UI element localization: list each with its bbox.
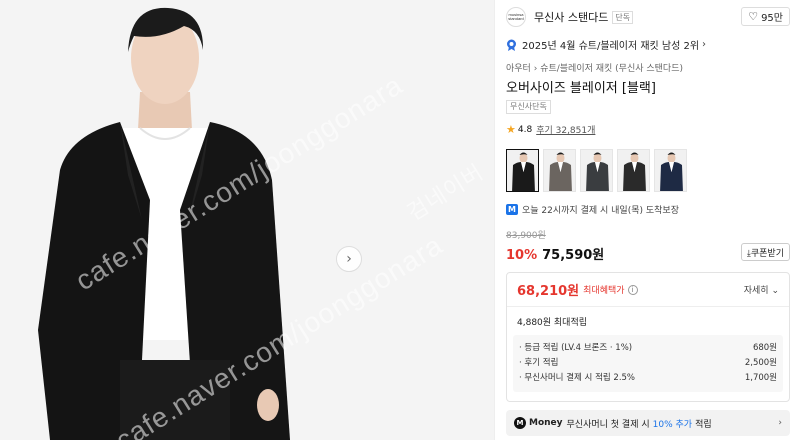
detail-toggle-button[interactable]: 자세히 ⌄ xyxy=(744,283,779,296)
rating-row: ★ 4.8 후기 32,851개 xyxy=(506,123,595,136)
point-label: · 등급 적립 (LV.4 브론즈 · 1%) xyxy=(519,343,633,353)
point-item: · 등급 적립 (LV.4 브론즈 · 1%) 680원 xyxy=(519,341,777,356)
like-button[interactable]: ♡ 95만 xyxy=(741,7,790,26)
thumbnail-image xyxy=(655,150,686,191)
like-count: 95만 xyxy=(761,13,783,24)
star-icon: ★ xyxy=(506,123,516,136)
point-label: · 후기 적립 xyxy=(519,358,559,368)
color-thumbnails xyxy=(506,149,687,192)
sale-price: 75,590원 xyxy=(542,248,605,263)
max-benefit-price: 68,210원 xyxy=(517,284,580,299)
point-item: · 후기 적립 2,500원 xyxy=(519,356,777,371)
thumbnail-image xyxy=(544,150,575,191)
ranking-link[interactable]: 2025년 4월 슈트/블레이저 재킷 남성 2위 › xyxy=(506,37,706,52)
benefit-header: 68,210원 최대혜택가 i 자세히 ⌄ xyxy=(507,273,789,307)
info-icon[interactable]: i xyxy=(627,284,638,295)
color-thumbnail[interactable] xyxy=(506,149,539,192)
heart-icon: ♡ xyxy=(748,10,759,23)
product-detail-panel: musinsa standard 무신사 스탠다드 단독 ♡ 95만 2025년… xyxy=(494,0,800,440)
thumbnail-image xyxy=(507,150,538,191)
review-count-link[interactable]: 후기 32,851개 xyxy=(536,123,595,136)
money-text: 무신사머니 첫 결제 시 xyxy=(566,419,650,430)
points-total: 4,880원 최대적립 xyxy=(507,307,789,335)
money-promo-banner[interactable]: M Money 무신사머니 첫 결제 시 10% 추가 적립 › xyxy=(506,410,790,436)
chevron-right-icon: › xyxy=(346,251,352,267)
product-image-gallery[interactable]: cafe.naver.com/joonggonara cafe.naver.co… xyxy=(0,0,494,440)
brand-exclusive-tag: 단독 xyxy=(612,10,634,24)
money-logo-icon: M xyxy=(514,417,526,429)
next-image-button[interactable]: › xyxy=(336,246,362,272)
money-brand: Money xyxy=(529,418,563,428)
color-thumbnail[interactable] xyxy=(617,149,650,192)
money-highlight: 10% 추가 xyxy=(652,419,693,430)
delivery-icon: M xyxy=(506,204,518,215)
thumbnail-image xyxy=(581,150,612,191)
ranking-text: 2025년 4월 슈트/블레이저 재킷 남성 2위 xyxy=(522,41,700,52)
exclusive-tag: 무신사단독 xyxy=(506,100,551,114)
brand-row: musinsa standard 무신사 스탠다드 단독 ♡ 95만 xyxy=(506,6,790,28)
price-row: 10% 75,590원 xyxy=(506,244,604,263)
points-breakdown: · 등급 적립 (LV.4 브론즈 · 1%) 680원 · 후기 적립 2,5… xyxy=(513,335,783,392)
delivery-info: M 오늘 22시까지 결제 시 내일(목) 도착보장 xyxy=(506,203,679,216)
ranking-badge-icon xyxy=(507,39,516,51)
color-thumbnail[interactable] xyxy=(543,149,576,192)
discount-rate: 10% xyxy=(506,248,538,263)
chevron-right-icon: › xyxy=(702,39,707,50)
color-thumbnail[interactable] xyxy=(580,149,613,192)
point-value: 2,500원 xyxy=(744,358,777,368)
delivery-text: 오늘 22시까지 결제 시 내일(목) 도착보장 xyxy=(522,206,679,216)
coupon-button[interactable]: ⤓쿠폰받기 xyxy=(740,243,790,261)
brand-name[interactable]: 무신사 스탠다드 xyxy=(534,9,608,25)
breadcrumb[interactable]: 아우터 › 슈트/블레이저 재킷 (무신사 스탠다드) xyxy=(506,61,683,74)
rating-value: 4.8 xyxy=(517,124,533,135)
point-label: · 무신사머니 결제 시 적립 2.5% xyxy=(519,373,636,383)
thumbnail-image xyxy=(618,150,649,191)
chevron-right-icon: › xyxy=(778,418,782,428)
color-thumbnail[interactable] xyxy=(654,149,687,192)
money-text-end: 적립 xyxy=(695,419,712,430)
max-benefit-label: 최대혜택가 xyxy=(583,286,625,296)
original-price: 83,900원 xyxy=(506,231,546,241)
point-item: · 무신사머니 결제 시 적립 2.5% 1,700원 xyxy=(519,371,777,386)
point-value: 1,700원 xyxy=(744,373,777,383)
product-title: 오버사이즈 블레이저 [블랙] xyxy=(506,81,656,96)
brand-logo[interactable]: musinsa standard xyxy=(506,7,526,27)
point-value: 680원 xyxy=(752,343,777,353)
max-benefit-box: 68,210원 최대혜택가 i 자세히 ⌄ 4,880원 최대적립 · 등급 적… xyxy=(506,272,790,402)
